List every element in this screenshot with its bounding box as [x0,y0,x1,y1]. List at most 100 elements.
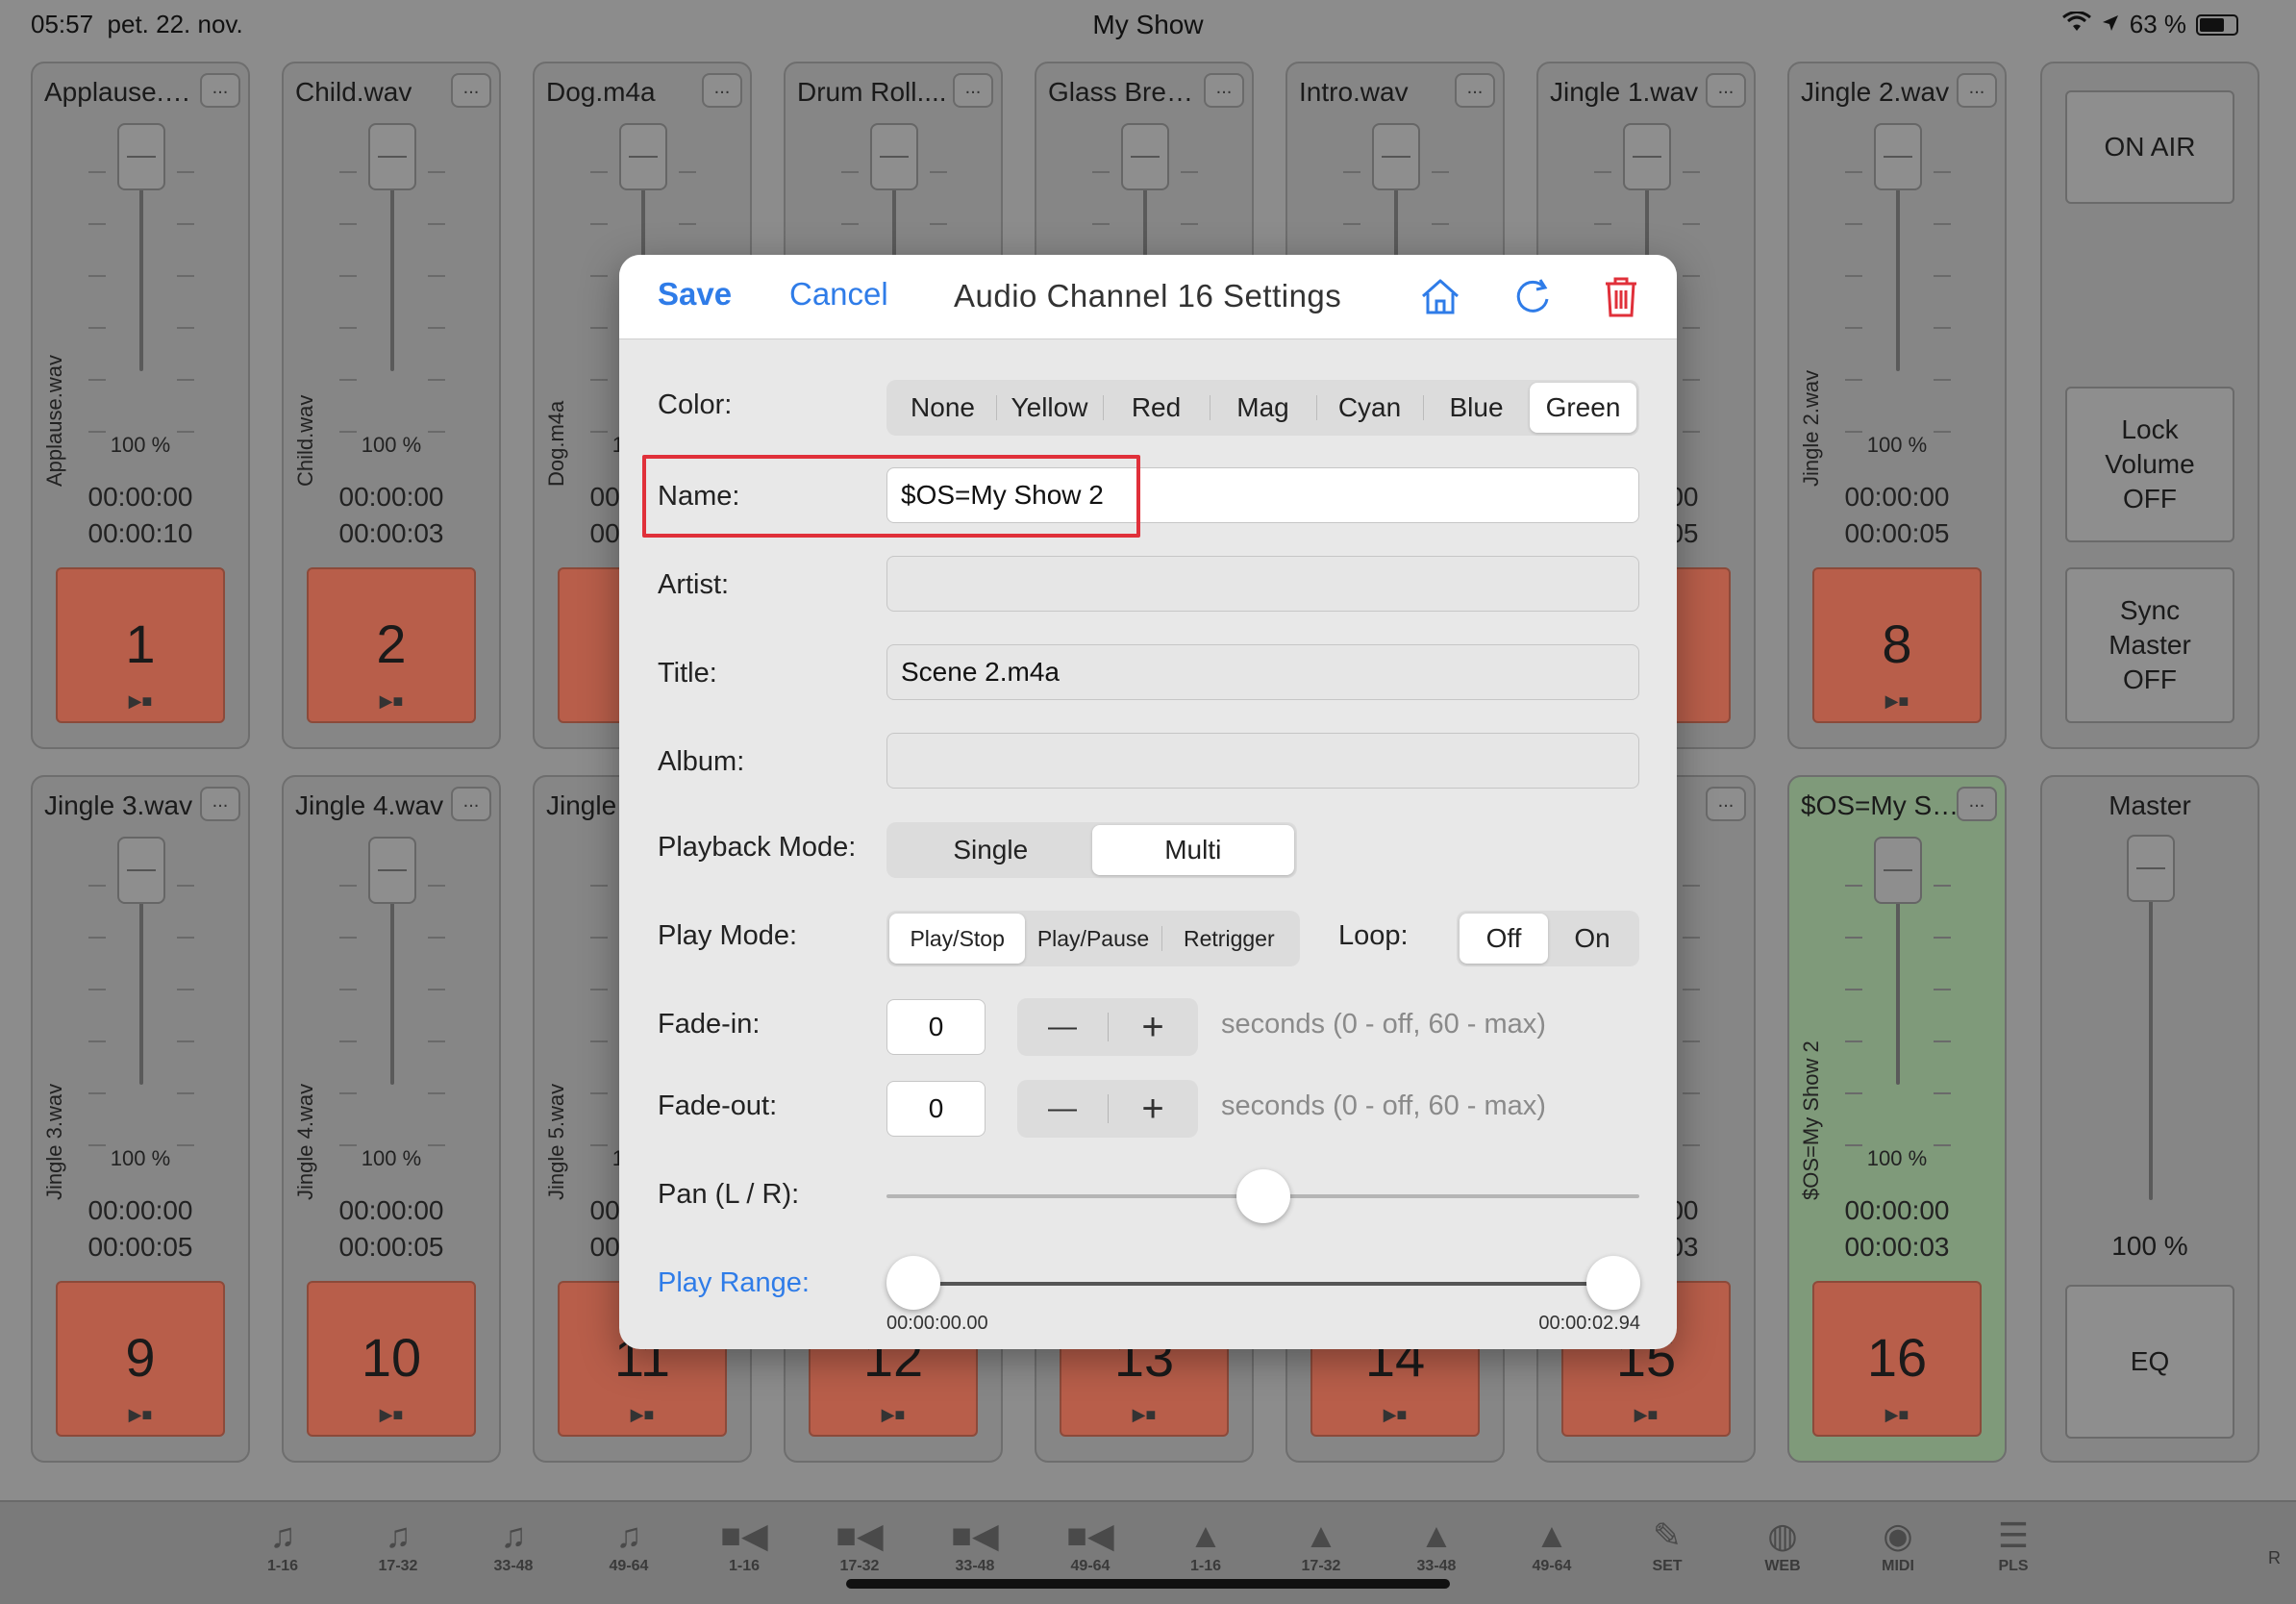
tab-item[interactable]: ☰ PLS [1975,1514,2052,1575]
fader-knob[interactable] [1623,123,1671,190]
channel-more-button[interactable]: ... [451,73,491,108]
music-note-icon: ♫ [615,1516,642,1555]
color-option-none[interactable]: None [889,383,996,433]
play-range-label[interactable]: Play Range: [658,1267,810,1299]
eq-button[interactable]: EQ [2065,1285,2234,1439]
fader-knob[interactable] [1372,123,1420,190]
play-pad[interactable]: 1 ▶■ [56,567,225,723]
master-fader-knob[interactable] [2127,835,2175,902]
channel-more-button[interactable]: ... [1957,73,1997,108]
channel-more-button[interactable]: ... [953,73,993,108]
pan-slider-knob[interactable] [1235,1169,1290,1223]
fade-in-plus-button[interactable]: + [1108,998,1198,1056]
cancel-button[interactable]: Cancel [789,276,888,313]
tab-item[interactable]: ■◀ 33-48 [936,1514,1013,1575]
fader-tick [339,275,357,277]
save-button[interactable]: Save [658,276,732,313]
channel-more-button[interactable]: ... [1957,787,1997,821]
on-air-button[interactable]: ON AIR [2065,90,2234,204]
play-pad[interactable]: 10 ▶■ [307,1281,476,1437]
color-option-green[interactable]: Green [1530,383,1636,433]
lock-volume-button[interactable]: Lock Volume OFF [2065,387,2234,542]
fader-knob[interactable] [117,837,165,904]
fade-out-input[interactable]: 0 [886,1081,986,1137]
fade-out-minus-button[interactable]: — [1017,1080,1108,1138]
trash-icon[interactable] [1594,270,1648,324]
playback-single-option[interactable]: Single [889,825,1092,875]
title-field[interactable]: Scene 2.m4a [886,644,1639,700]
play-range-end-knob[interactable] [1586,1256,1640,1310]
home-icon[interactable] [1413,270,1467,324]
channel-vertical-label: Jingle 2.wav [1799,369,1823,487]
play-pad[interactable]: 16 ▶■ [1812,1281,1982,1437]
title-label: Title: [658,658,717,689]
play-range-track[interactable] [913,1282,1613,1286]
channel-more-button[interactable]: ... [702,73,742,108]
tab-item[interactable]: ■◀ 1-16 [706,1514,783,1575]
loop-off-option[interactable]: Off [1460,914,1548,964]
elapsed-time: 00:00:00 [1844,1195,1950,1225]
play-pad[interactable]: 8 ▶■ [1812,567,1982,723]
fade-out-plus-button[interactable]: + [1108,1080,1198,1138]
fader-knob[interactable] [368,837,416,904]
window-title: My Show [1092,10,1204,39]
color-option-blue[interactable]: Blue [1423,383,1530,433]
tab-item[interactable]: ◉ MIDI [1859,1514,1936,1575]
tab-item[interactable]: ♫ 1-16 [244,1514,321,1575]
fade-in-minus-button[interactable]: — [1017,998,1108,1056]
channel-more-button[interactable]: ... [451,787,491,821]
tab-item[interactable]: ♫ 49-64 [590,1514,667,1575]
channel-more-button[interactable]: ... [1455,73,1495,108]
tab-item[interactable]: ♫ 17-32 [360,1514,437,1575]
tab-item[interactable]: ✎ SET [1629,1514,1706,1575]
playback-multi-option[interactable]: Multi [1091,825,1294,875]
album-field[interactable] [886,733,1639,789]
color-option-red[interactable]: Red [1103,383,1210,433]
refresh-icon[interactable] [1506,270,1560,324]
fader-knob[interactable] [117,123,165,190]
artist-field[interactable] [886,556,1639,612]
channel-more-button[interactable]: ... [200,73,240,108]
fade-in-input[interactable]: 0 [886,999,986,1055]
fader-tick [1845,223,1862,225]
play-pause-option[interactable]: Play/Pause [1025,914,1160,964]
fader-tick [339,223,357,225]
play-stop-option[interactable]: Play/Stop [889,914,1026,964]
play-pad[interactable]: 2 ▶■ [307,567,476,723]
pan-label: Pan (L / R): [658,1179,800,1210]
fader-tick [590,379,608,381]
master-percent: 100 % [2111,1231,2188,1261]
channel-more-button[interactable]: ... [1204,73,1244,108]
fader-knob[interactable] [1874,837,1922,904]
fader-knob[interactable] [1121,123,1169,190]
play-pad[interactable]: 9 ▶■ [56,1281,225,1437]
retrigger-option[interactable]: Retrigger [1160,914,1297,964]
fader-tick [1934,327,1951,329]
color-option-cyan[interactable]: Cyan [1316,383,1423,433]
tab-item[interactable]: ▲ 1-16 [1167,1514,1244,1575]
loop-on-option[interactable]: On [1548,914,1636,964]
fader-tick [88,275,106,277]
play-range-start-knob[interactable] [886,1256,940,1310]
sync-master-button[interactable]: Sync Master OFF [2065,567,2234,723]
tab-item[interactable]: ▲ 49-64 [1513,1514,1590,1575]
tab-item[interactable]: ♫ 33-48 [475,1514,552,1575]
play-stop-icon: ▶■ [1383,1405,1408,1424]
channel-more-button[interactable]: ... [200,787,240,821]
tab-item[interactable]: ■◀ 17-32 [821,1514,898,1575]
channel-more-button[interactable]: ... [1706,73,1746,108]
fader-knob[interactable] [870,123,918,190]
elapsed-time: 00:00:00 [87,1195,193,1225]
tab-item[interactable]: ◍ WEB [1744,1514,1821,1575]
channel-more-button[interactable]: ... [1706,787,1746,821]
tab-item[interactable]: ▲ 33-48 [1398,1514,1475,1575]
fader-knob[interactable] [368,123,416,190]
color-option-yellow[interactable]: Yellow [996,383,1103,433]
tab-item[interactable]: ■◀ 49-64 [1052,1514,1129,1575]
fader-knob[interactable] [619,123,667,190]
fader-tick [1845,327,1862,329]
tab-item[interactable]: ▲ 17-32 [1283,1514,1360,1575]
fader-knob[interactable] [1874,123,1922,190]
color-option-mag[interactable]: Mag [1210,383,1316,433]
fader-tick [339,327,357,329]
